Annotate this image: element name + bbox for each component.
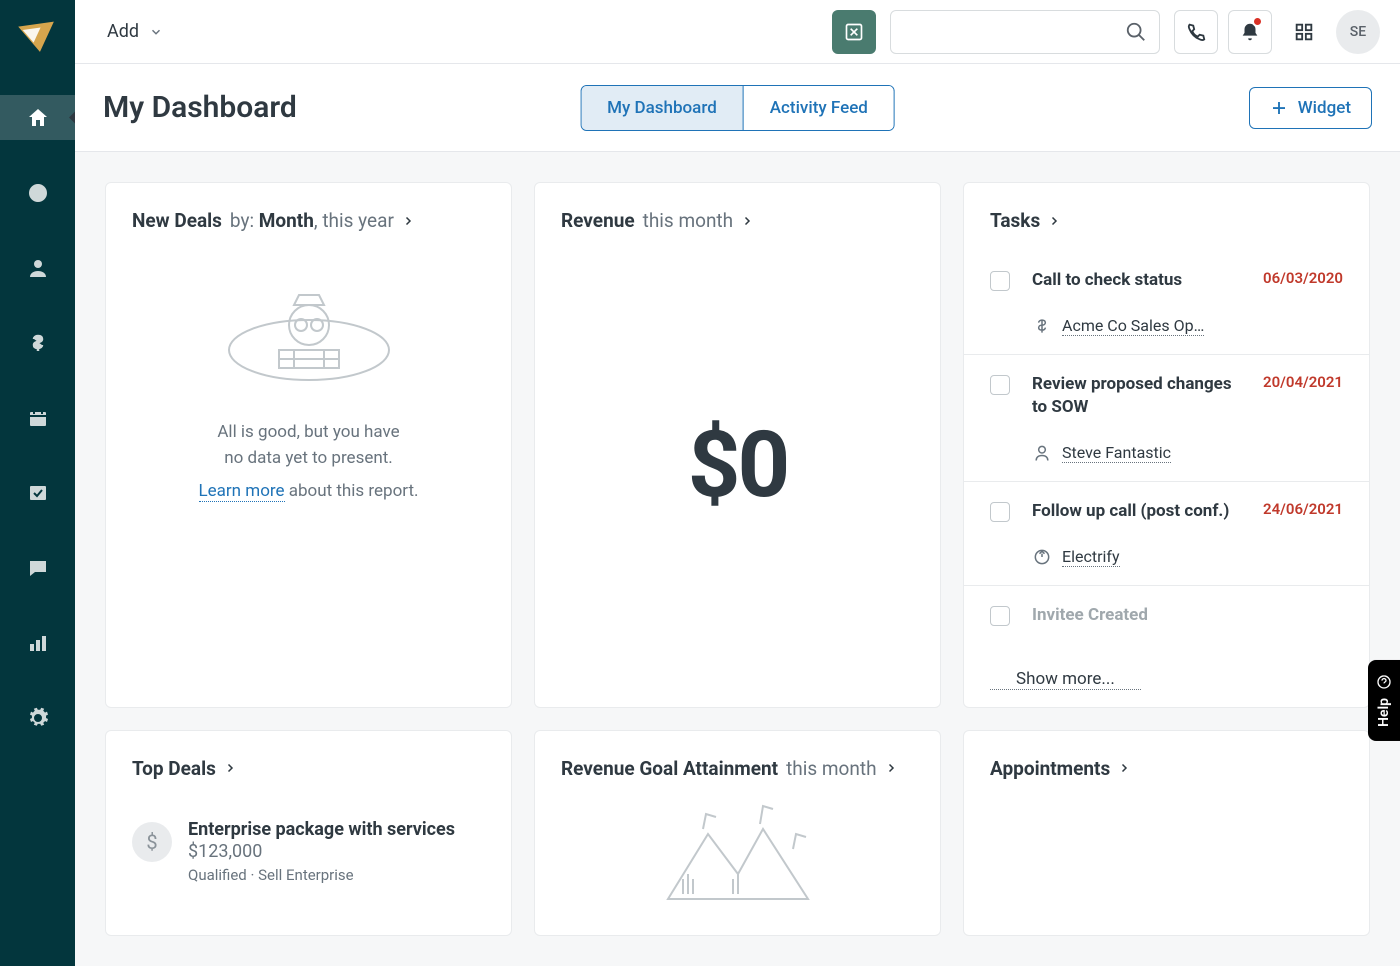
empty-deals-illustration — [209, 280, 409, 400]
show-more-link[interactable]: Show more... — [990, 655, 1141, 690]
task-checkbox[interactable] — [990, 606, 1010, 626]
deal-name: Enterprise package with services — [188, 819, 455, 840]
help-label: Help — [1376, 698, 1392, 727]
card-top-deals-header[interactable]: Top Deals — [132, 757, 485, 780]
deal-meta: Qualified · Sell Enterprise — [188, 866, 485, 884]
close-icon — [844, 22, 864, 42]
add-button[interactable]: Add — [95, 13, 175, 50]
topbar: Add SE — [75, 0, 1400, 64]
new-deals-title: New Deals — [132, 209, 222, 232]
card-appointments-header[interactable]: Appointments — [990, 757, 1343, 780]
chevron-right-icon — [224, 762, 236, 774]
dollar-icon: $ — [132, 822, 172, 862]
page-header: My Dashboard My Dashboard Activity Feed … — [75, 64, 1400, 152]
task-checkbox[interactable] — [990, 375, 1010, 395]
notification-badge — [1252, 16, 1263, 27]
revenue-title: Revenue — [561, 209, 635, 232]
chevron-right-icon — [885, 762, 897, 774]
page-title: My Dashboard — [103, 90, 297, 125]
chevron-right-icon — [1048, 215, 1060, 227]
apps-icon — [1293, 21, 1315, 43]
top-deals-title: Top Deals — [132, 757, 216, 780]
search-icon — [1125, 21, 1147, 43]
nav-deals[interactable] — [0, 320, 75, 365]
task-title: Follow up call (post conf.) — [1032, 500, 1249, 523]
sidebar: Dashboard — [0, 0, 75, 966]
deal-item[interactable]: $ Enterprise package with services $123,… — [132, 818, 485, 884]
add-widget-button[interactable]: Widget — [1249, 87, 1372, 129]
task-item[interactable]: Invitee Created — [964, 586, 1369, 645]
tab-activity-feed[interactable]: Activity Feed — [743, 86, 894, 130]
nav-leads[interactable] — [0, 170, 75, 215]
search-box[interactable] — [890, 10, 1160, 54]
dashboard-grid: New Deals by: Month, this year A — [75, 152, 1400, 966]
tab-my-dashboard[interactable]: My Dashboard — [581, 86, 743, 130]
task-related-link[interactable]: Steve Fantastic — [1062, 443, 1171, 463]
task-list: Call to check status 06/03/2020 Acme Co … — [964, 250, 1369, 645]
mountain-illustration — [648, 799, 828, 909]
task-item[interactable]: Follow up call (post conf.) 24/06/2021 E… — [964, 482, 1369, 586]
person-icon — [1032, 443, 1052, 463]
nav-dashboard[interactable]: Dashboard — [0, 95, 75, 140]
task-title: Invitee Created — [1032, 604, 1329, 627]
task-date: 24/06/2021 — [1263, 500, 1343, 518]
card-new-deals: New Deals by: Month, this year A — [105, 182, 512, 708]
chevron-right-icon — [1118, 762, 1130, 774]
dollar-icon — [1032, 316, 1052, 336]
phone-icon — [1185, 21, 1207, 43]
chevron-down-icon — [149, 25, 163, 39]
add-label: Add — [107, 21, 139, 42]
search-input[interactable] — [903, 23, 1125, 41]
chevron-right-icon — [402, 215, 414, 227]
nav-communication[interactable] — [0, 545, 75, 590]
card-new-deals-header[interactable]: New Deals by: Month, this year — [132, 209, 485, 232]
card-revenue-goal-header[interactable]: Revenue Goal Attainment this month — [561, 757, 914, 780]
card-tasks-header[interactable]: Tasks — [990, 209, 1343, 232]
card-revenue-header[interactable]: Revenue this month — [561, 209, 914, 232]
task-checkbox[interactable] — [990, 271, 1010, 291]
card-top-deals: Top Deals $ Enterprise package with serv… — [105, 730, 512, 936]
help-icon — [1376, 674, 1392, 690]
nav-settings[interactable] — [0, 695, 75, 740]
phone-button[interactable] — [1174, 10, 1218, 54]
chevron-right-icon — [741, 215, 753, 227]
nav-contacts[interactable] — [0, 245, 75, 290]
brand-logo[interactable] — [10, 10, 65, 65]
nav-calendar[interactable] — [0, 395, 75, 440]
add-widget-label: Widget — [1298, 98, 1351, 118]
apps-button[interactable] — [1282, 10, 1326, 54]
task-title: Call to check status — [1032, 269, 1249, 292]
empty-deals-text: All is good, but you have no data yet to… — [132, 420, 485, 505]
tab-switcher: My Dashboard Activity Feed — [580, 85, 895, 131]
nav-reports[interactable] — [0, 620, 75, 665]
close-panel-button[interactable] — [832, 10, 876, 54]
task-item[interactable]: Review proposed changes to SOW 20/04/202… — [964, 355, 1369, 482]
notifications-button[interactable] — [1228, 10, 1272, 54]
deal-amount: $123,000 — [188, 841, 262, 862]
revenue-goal-title: Revenue Goal Attainment — [561, 757, 778, 780]
card-appointments: Appointments — [963, 730, 1370, 936]
appointments-title: Appointments — [990, 757, 1110, 780]
card-revenue: Revenue this month $0 — [534, 182, 941, 708]
task-date: 06/03/2020 — [1263, 269, 1343, 287]
avatar[interactable]: SE — [1336, 10, 1380, 54]
task-related-link[interactable]: Electrify — [1062, 547, 1120, 567]
task-item[interactable]: Call to check status 06/03/2020 Acme Co … — [964, 250, 1369, 355]
task-date: 20/04/2021 — [1263, 373, 1343, 391]
learn-more-link[interactable]: Learn more — [199, 481, 285, 502]
tasks-title: Tasks — [990, 209, 1040, 232]
help-tab[interactable]: Help — [1368, 660, 1400, 741]
task-title: Review proposed changes to SOW — [1032, 373, 1249, 419]
card-revenue-goal: Revenue Goal Attainment this month — [534, 730, 941, 936]
card-tasks: Tasks Call to check status 06/03/2020 Ac… — [963, 182, 1370, 708]
task-checkbox[interactable] — [990, 502, 1010, 522]
nav-tasks[interactable] — [0, 470, 75, 515]
lead-icon — [1032, 547, 1052, 567]
revenue-amount: $0 — [561, 250, 914, 681]
plus-icon — [1270, 99, 1288, 117]
task-related-link[interactable]: Acme Co Sales Op… — [1062, 316, 1204, 336]
